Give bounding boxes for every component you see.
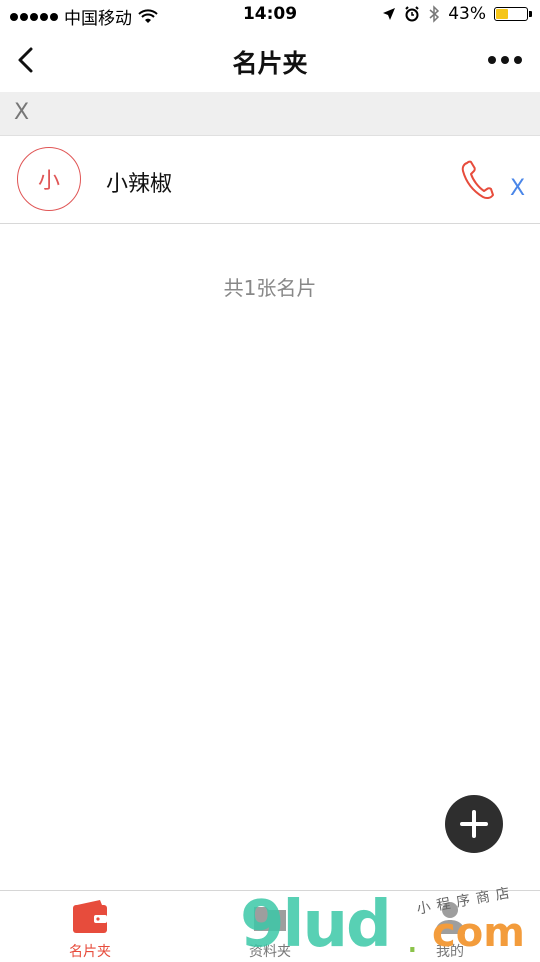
battery-icon	[494, 7, 532, 21]
tab-bar: 名片夹 资料夹 我的	[0, 890, 540, 960]
avatar-char: 小	[37, 169, 60, 194]
more-dots-icon[interactable]	[488, 52, 524, 68]
status-bar: 中国移动 14:09 43%	[0, 0, 540, 30]
card-name[interactable]: 小辣椒	[106, 166, 172, 198]
bluetooth-icon	[429, 5, 440, 23]
card-count-text: 共1张名片	[223, 276, 317, 300]
nav-bar: 名片夹	[0, 30, 540, 92]
add-card-button[interactable]	[445, 795, 503, 853]
avatar: 小	[17, 147, 81, 211]
status-right: 43%	[382, 4, 532, 24]
tab-label-profile: 我的	[436, 944, 464, 960]
tab-profile[interactable]: 我的	[390, 897, 510, 961]
battery-fill	[496, 9, 509, 19]
clear-search-button[interactable]: X	[14, 100, 29, 125]
battery-percent: 43%	[448, 4, 486, 24]
user-icon	[435, 902, 465, 934]
card-wallet-icon	[73, 900, 107, 933]
location-arrow-icon	[383, 8, 396, 20]
tab-card-wallet[interactable]: 名片夹	[30, 897, 150, 961]
folder-icon	[254, 907, 286, 931]
search-band[interactable]: X	[0, 92, 540, 136]
phone-icon[interactable]	[458, 158, 498, 202]
delete-card-button[interactable]: X	[510, 176, 525, 201]
alarm-icon	[405, 6, 419, 22]
tab-folder[interactable]: 资料夹	[210, 897, 330, 961]
tab-label-folder: 资料夹	[249, 944, 291, 960]
tab-label-card-wallet: 名片夹	[69, 944, 111, 960]
plus-icon	[460, 810, 488, 838]
card-list-item[interactable]: 小 小辣椒 X	[0, 136, 540, 224]
page-title: 名片夹	[232, 49, 308, 78]
